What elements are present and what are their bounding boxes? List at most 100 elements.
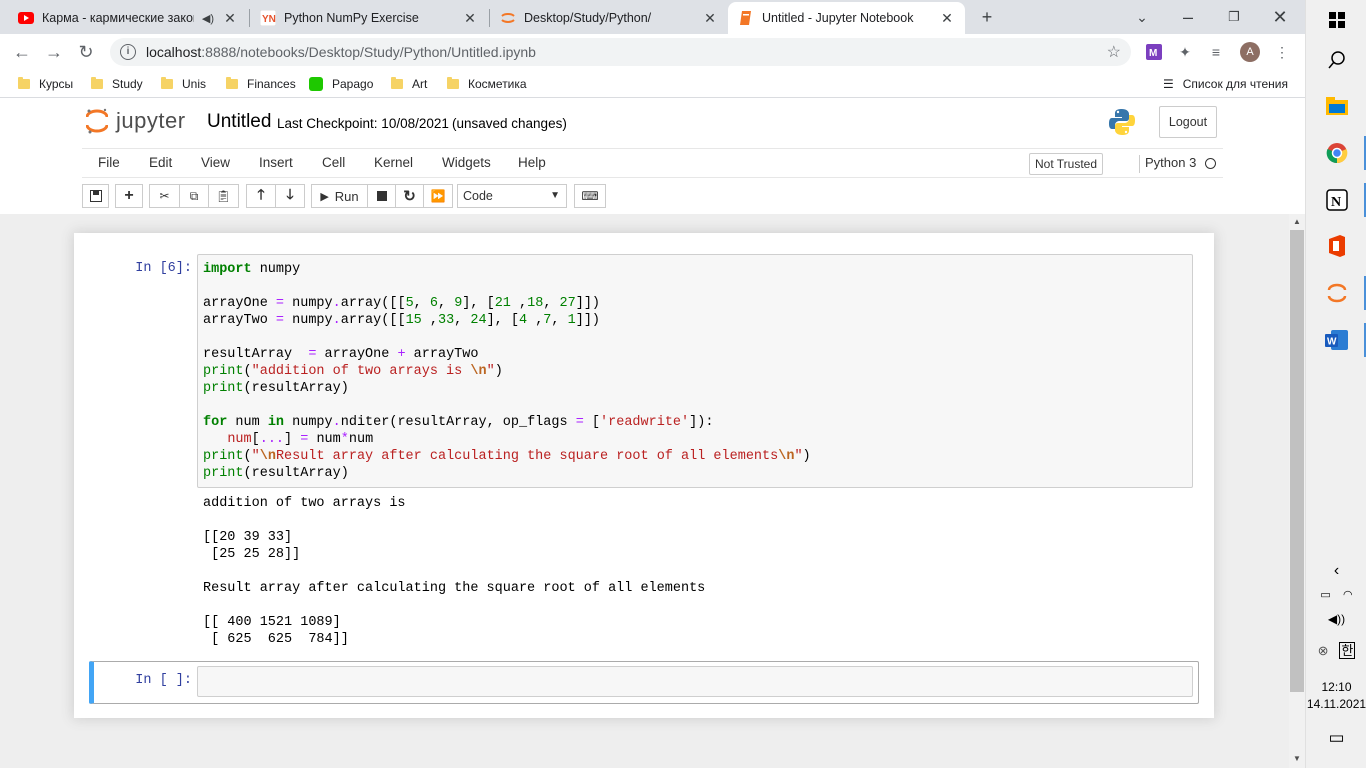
bookmark-star-icon[interactable]: ☆	[1107, 42, 1121, 62]
search-icon[interactable]	[1306, 40, 1366, 80]
back-icon[interactable]: ←	[8, 38, 36, 66]
scroll-up-icon[interactable]: ▲	[1293, 217, 1301, 226]
show-hidden-icons-chevron[interactable]: ‹	[1306, 562, 1366, 580]
menu-bar: File Edit View Insert Cell Kernel Widget…	[82, 148, 1223, 178]
notion-icon[interactable]: N	[1306, 180, 1366, 220]
close-window-icon[interactable]: ✕	[1266, 4, 1294, 30]
restore-icon[interactable]: ❐	[1220, 4, 1248, 30]
autosave-status: (unsaved changes)	[452, 116, 567, 131]
tab-numpy-exercise[interactable]: YN Python NumPy Exercise ✕	[250, 2, 488, 34]
folder-icon	[161, 77, 173, 89]
close-tab-icon[interactable]: ✕	[702, 10, 718, 27]
interrupt-icon[interactable]	[367, 184, 396, 208]
word-icon[interactable]: W	[1306, 320, 1366, 360]
menu-file[interactable]: File	[98, 155, 120, 170]
close-tab-icon[interactable]: ✕	[939, 10, 955, 27]
url-text: localhost:8888/notebooks/Desktop/Study/P…	[146, 44, 536, 60]
checkpoint-status: Last Checkpoint: 10/08/2021	[277, 116, 449, 131]
extensions-puzzle-icon[interactable]: ✦	[1175, 42, 1195, 62]
bookmark-folder[interactable]: Косметика	[447, 75, 527, 93]
bookmark-folder[interactable]: Курсы	[18, 75, 73, 93]
site-info-icon[interactable]: i	[120, 44, 136, 60]
address-bar[interactable]: i localhost:8888/notebooks/Desktop/Study…	[110, 38, 1131, 66]
svg-text:M: M	[1149, 48, 1157, 59]
save-icon[interactable]	[82, 184, 109, 208]
menu-widgets[interactable]: Widgets	[442, 155, 491, 170]
jupyter-logo[interactable]: jupyter	[85, 108, 186, 134]
jupyter-wordmark: jupyter	[116, 108, 186, 133]
menu-insert[interactable]: Insert	[259, 155, 293, 170]
tab-desktop-study[interactable]: Desktop/Study/Python/ ✕	[490, 2, 728, 34]
forward-icon[interactable]: →	[40, 38, 68, 66]
folder-icon	[226, 77, 238, 89]
new-tab-button[interactable]: +	[973, 4, 1001, 30]
menu-edit[interactable]: Edit	[149, 155, 172, 170]
svg-text:W: W	[1327, 337, 1337, 348]
jupyter-app-icon[interactable]	[1306, 273, 1366, 313]
command-palette-icon[interactable]: ⌨	[574, 184, 606, 208]
tab-search-icon[interactable]: ⌄	[1128, 4, 1156, 30]
bookmark-folder[interactable]: Study	[91, 75, 143, 93]
ime-status-icon[interactable]: ⊗	[1318, 643, 1329, 658]
reading-list[interactable]: ☰ Список для чтения	[1163, 75, 1288, 93]
bookmark-link[interactable]: Papago	[309, 75, 373, 93]
notebook-container: In [6]: import numpy arrayOne = numpy.ar…	[0, 214, 1289, 768]
extension-icon[interactable]: M	[1144, 42, 1164, 62]
chrome-icon[interactable]	[1306, 133, 1366, 173]
close-tab-icon[interactable]: ✕	[222, 10, 238, 27]
tab-untitled-notebook[interactable]: Untitled - Jupyter Notebook ✕	[728, 2, 965, 34]
empty-code-cell-input[interactable]	[197, 666, 1193, 697]
battery-icon[interactable]: ▭	[1320, 589, 1330, 601]
menu-cell[interactable]: Cell	[322, 155, 345, 170]
scroll-down-icon[interactable]: ▼	[1293, 754, 1301, 763]
insert-cell-icon[interactable]: +	[115, 184, 143, 208]
run-button[interactable]: ▶ Run	[311, 184, 368, 208]
code-editor[interactable]: import numpy arrayOne = numpy.array([[5,…	[203, 261, 811, 482]
code-cell-input[interactable]: import numpy arrayOne = numpy.array([[5,…	[197, 254, 1193, 488]
scrollbar-thumb[interactable]	[1290, 230, 1304, 692]
kernel-name[interactable]: Python 3	[1145, 155, 1196, 170]
trust-button[interactable]: Not Trusted	[1029, 153, 1103, 175]
tab-title: Карма - кармические закон	[42, 11, 194, 25]
close-tab-icon[interactable]: ✕	[462, 10, 478, 27]
menu-dots-icon[interactable]: ⋮	[1272, 42, 1292, 62]
tab-youtube[interactable]: Карма - кармические закон ◀︎) ✕	[8, 2, 248, 34]
logout-button[interactable]: Logout	[1159, 106, 1217, 138]
office-icon[interactable]	[1306, 226, 1366, 266]
profile-avatar[interactable]: A	[1240, 42, 1260, 62]
notebook-icon	[738, 10, 754, 26]
copy-icon[interactable]: ⧉	[179, 184, 209, 208]
notifications-icon[interactable]: ▭	[1306, 728, 1366, 748]
volume-icon[interactable]: ◀︎))	[1306, 612, 1366, 626]
kernel-idle-icon	[1205, 158, 1216, 169]
move-up-icon[interactable]: 🡑	[246, 184, 276, 208]
reload-icon[interactable]: ↻	[72, 38, 100, 66]
bookmark-folder[interactable]: Art	[391, 75, 427, 93]
restart-icon[interactable]: ↻	[395, 184, 424, 208]
menu-kernel[interactable]: Kernel	[374, 155, 413, 170]
cut-icon[interactable]: ✂	[149, 184, 180, 208]
menu-view[interactable]: View	[201, 155, 230, 170]
page-scrollbar[interactable]: ▲ ▼	[1289, 214, 1305, 768]
bookmark-folder[interactable]: Finances	[226, 75, 296, 93]
cell-type-select[interactable]: Code ▼	[457, 184, 567, 208]
file-explorer-icon[interactable]	[1306, 86, 1366, 126]
windows-start-icon[interactable]	[1306, 0, 1366, 40]
move-down-icon[interactable]: 🡓	[275, 184, 305, 208]
kernel-divider	[1139, 155, 1140, 173]
paste-icon[interactable]: 📋︎	[208, 184, 239, 208]
wifi-icon[interactable]: ◠	[1343, 589, 1353, 601]
audio-icon[interactable]: ◀︎)	[202, 12, 214, 25]
clock-time[interactable]: 12:10	[1306, 680, 1366, 694]
ime-mode-indicator[interactable]: 한	[1339, 642, 1356, 659]
bookmark-folder[interactable]: Unis	[161, 75, 206, 93]
media-control-icon[interactable]: ≡	[1206, 42, 1226, 62]
bookmarks-bar: Курсы Study Unis Finances Papago Art Кос…	[0, 70, 1305, 98]
minimize-icon[interactable]: –	[1174, 4, 1202, 30]
browser-toolbar: ← → ↻ i localhost:8888/notebooks/Desktop…	[0, 34, 1305, 70]
notebook-name[interactable]: Untitled	[207, 111, 271, 133]
restart-run-all-icon[interactable]: ⏩	[423, 184, 453, 208]
clock-date[interactable]: 14.11.2021	[1306, 697, 1366, 711]
menu-help[interactable]: Help	[518, 155, 546, 170]
jupyter-icon	[500, 10, 516, 26]
